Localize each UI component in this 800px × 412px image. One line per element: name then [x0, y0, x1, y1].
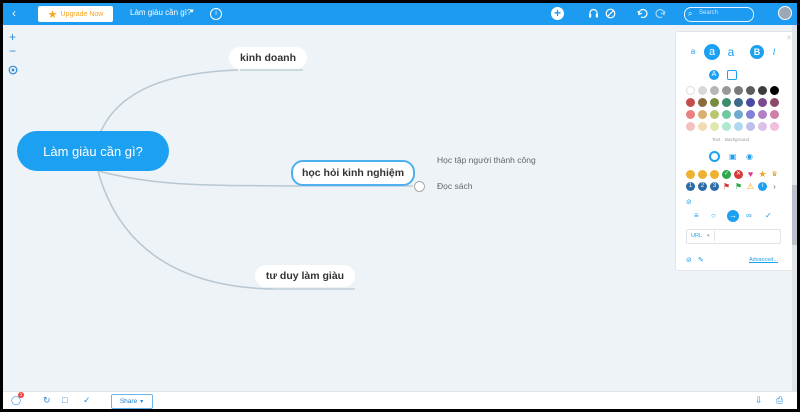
font-medium-button[interactable]: a — [704, 44, 720, 60]
color-swatch[interactable] — [746, 122, 755, 131]
color-swatch[interactable] — [770, 86, 779, 95]
color-swatch[interactable] — [722, 86, 731, 95]
font-small-button[interactable]: a — [686, 45, 700, 59]
circle-shape-icon[interactable]: ○ — [711, 211, 716, 220]
color-swatch[interactable] — [722, 98, 731, 107]
camera-icon[interactable]: ◉ — [746, 152, 753, 161]
color-swatch[interactable] — [770, 110, 779, 119]
color-swatch[interactable] — [734, 122, 743, 131]
color-swatch[interactable] — [734, 98, 743, 107]
comment-icon[interactable]: □ — [62, 395, 67, 405]
download-icon[interactable]: ⇩ — [755, 395, 763, 406]
heart-icon[interactable]: ♥ — [746, 170, 755, 179]
color-swatch[interactable] — [710, 86, 719, 95]
color-swatch[interactable] — [746, 86, 755, 95]
share-button[interactable]: Share ▼ — [111, 394, 153, 409]
flag-red-icon[interactable]: ⚑ — [722, 182, 731, 191]
print-icon[interactable]: ⎙ — [776, 395, 783, 406]
check-icon[interactable]: ✓ — [83, 395, 91, 406]
smiley-icon[interactable] — [710, 170, 719, 179]
background-color-label: Background — [725, 137, 750, 142]
root-node[interactable]: Làm giàu cần gì? — [17, 131, 169, 171]
format-panel: ✕ a a a B I A Text Background ▣ ◉ ✓ ✕ ♥ … — [675, 31, 797, 271]
color-swatch[interactable] — [734, 110, 743, 119]
color-swatch[interactable] — [722, 122, 731, 131]
color-swatch[interactable] — [686, 122, 695, 131]
advanced-link[interactable]: Advanced... — [749, 257, 778, 263]
chevron-down-icon[interactable]: ▾ — [707, 233, 710, 239]
number-1-icon[interactable]: 1 — [686, 182, 695, 191]
remove-icon[interactable]: ⊘ — [686, 198, 692, 206]
remove-link-icon[interactable]: ⊘ — [686, 256, 692, 264]
history-icon[interactable]: ↻ — [43, 395, 51, 406]
trophy-icon[interactable]: ♛ — [770, 170, 779, 179]
chevron-right-icon[interactable]: › — [770, 182, 779, 191]
color-swatch[interactable] — [770, 98, 779, 107]
color-swatch[interactable] — [686, 86, 695, 95]
url-label: URL — [691, 233, 703, 239]
color-swatch[interactable] — [746, 98, 755, 107]
bold-button[interactable]: B — [750, 45, 764, 59]
notification-badge: 1 — [18, 392, 24, 398]
color-swatch[interactable] — [710, 110, 719, 119]
checkmark-icon[interactable]: ✓ — [765, 211, 772, 220]
image-icon[interactable]: ▣ — [729, 152, 737, 161]
emoji-tab-icon[interactable] — [709, 151, 720, 162]
chevron-down-icon: ▼ — [139, 398, 145, 405]
color-swatch[interactable] — [722, 110, 731, 119]
link-icon[interactable]: ∞ — [746, 211, 752, 220]
vertical-scrollbar[interactable] — [792, 25, 797, 393]
add-child-icon[interactable] — [414, 181, 425, 192]
number-3-icon[interactable]: 3 — [710, 182, 719, 191]
color-swatch[interactable] — [710, 122, 719, 131]
color-swatch[interactable] — [710, 98, 719, 107]
color-swatch[interactable] — [746, 110, 755, 119]
star-icon[interactable]: ★ — [758, 170, 767, 179]
url-input[interactable] — [714, 231, 779, 241]
scrollbar-thumb[interactable] — [792, 185, 797, 245]
color-swatch[interactable] — [686, 98, 695, 107]
branch-node-kinh-doanh[interactable]: kinh doanh — [229, 47, 307, 69]
image-tab-icon[interactable] — [727, 70, 737, 80]
arrow-right-icon[interactable]: → — [727, 210, 739, 222]
color-swatches — [686, 86, 784, 131]
url-field[interactable]: URL ▾ — [686, 229, 781, 244]
color-swatch[interactable] — [758, 110, 767, 119]
check-icon[interactable]: ✓ — [722, 170, 731, 179]
leaf-node[interactable]: Đọc sách — [437, 181, 472, 191]
cross-icon[interactable]: ✕ — [734, 170, 743, 179]
font-large-button[interactable]: a — [724, 45, 738, 59]
align-icon[interactable]: ≡ — [694, 211, 699, 220]
smiley-icon[interactable] — [698, 170, 707, 179]
share-label: Share — [119, 398, 138, 405]
color-swatch[interactable] — [686, 110, 695, 119]
text-color-tab-icon[interactable]: A — [709, 70, 719, 80]
color-swatch[interactable] — [698, 122, 707, 131]
color-swatch[interactable] — [770, 122, 779, 131]
italic-button[interactable]: I — [767, 45, 781, 59]
color-swatch[interactable] — [734, 86, 743, 95]
color-swatch[interactable] — [758, 86, 767, 95]
warning-icon[interactable]: ⚠ — [746, 182, 755, 191]
bottom-toolbar: ◯ 1 ↻ □ ✓ Share ▼ ⇩ ⎙ — [3, 391, 797, 409]
smiley-icon[interactable] — [686, 170, 695, 179]
color-swatch[interactable] — [698, 86, 707, 95]
branch-node-tu-duy-lam-giau[interactable]: tư duy làm giàu — [255, 265, 355, 287]
edit-icon[interactable]: ✎ — [698, 256, 704, 264]
number-2-icon[interactable]: 2 — [698, 182, 707, 191]
color-swatch[interactable] — [698, 110, 707, 119]
flag-green-icon[interactable]: ⚑ — [734, 182, 743, 191]
leaf-node[interactable]: Học tập người thành công — [437, 155, 536, 165]
app-frame: ‹ ★ Upgrade Now Làm giàu cần gì? ▼ i + ⌕… — [3, 3, 797, 409]
info-icon[interactable]: i — [758, 182, 767, 191]
color-swatch[interactable] — [698, 98, 707, 107]
branch-node-hoc-hoi-kinh-nghiem[interactable]: học hỏi kinh nghiệm — [291, 160, 415, 186]
icon-picker: ✓ ✕ ♥ ★ ♛ 1 2 3 ⚑ ⚑ ⚠ i › — [686, 170, 786, 191]
color-swatch[interactable] — [758, 122, 767, 131]
color-swatch[interactable] — [758, 98, 767, 107]
text-color-label: Text — [712, 137, 721, 142]
